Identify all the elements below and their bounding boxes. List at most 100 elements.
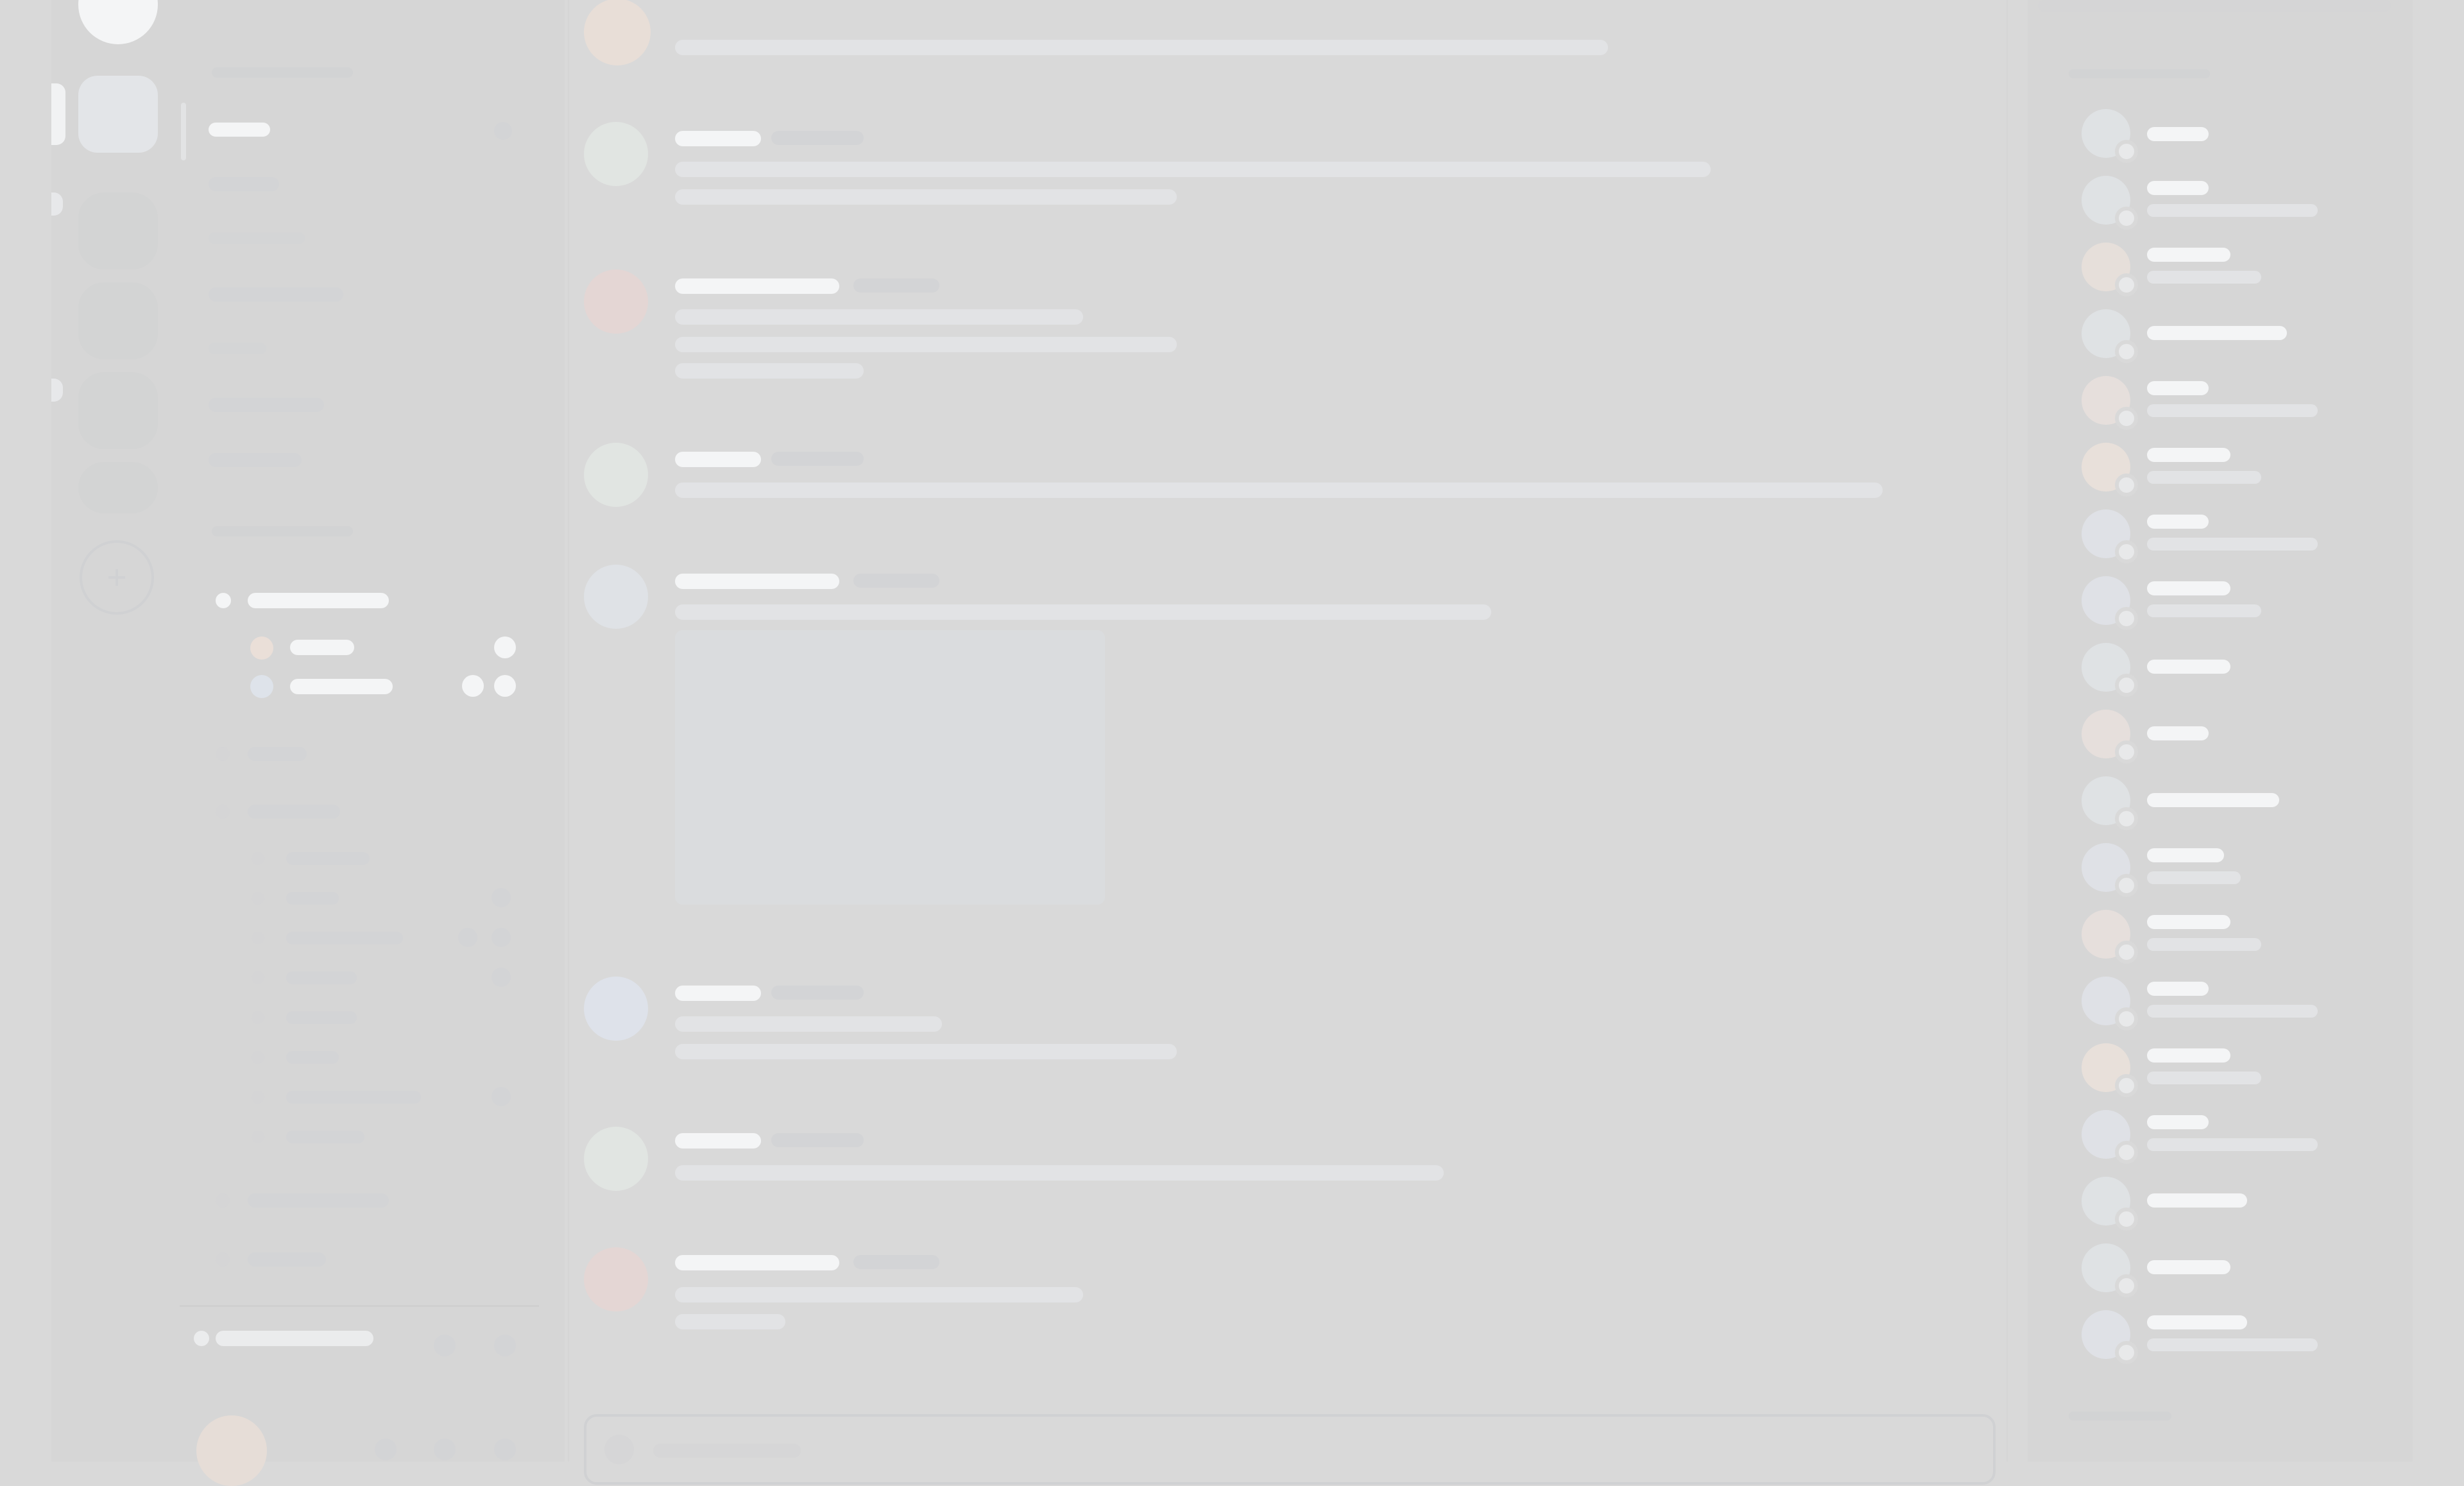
message-avatar[interactable]	[584, 269, 648, 334]
channel-name[interactable]	[248, 747, 307, 761]
member-name[interactable]	[2147, 1260, 2230, 1274]
channel-badge-icon	[492, 888, 511, 907]
status-indicator	[2115, 1341, 2138, 1364]
message-author[interactable]	[675, 131, 761, 146]
message-avatar[interactable]	[584, 977, 648, 1041]
disconnect-icon[interactable]	[494, 1335, 516, 1356]
server-icon[interactable]	[78, 462, 158, 513]
message-timestamp	[771, 452, 864, 466]
member-name[interactable]	[2147, 848, 2224, 862]
channel-name[interactable]	[209, 398, 324, 412]
message-author[interactable]	[675, 278, 839, 294]
active-server-indicator	[51, 83, 65, 145]
channel-name[interactable]	[209, 453, 302, 467]
add-server-button[interactable]	[80, 540, 154, 615]
message-author[interactable]	[675, 1255, 839, 1270]
mic-icon	[462, 675, 484, 697]
channel-name[interactable]	[248, 805, 340, 819]
status-indicator	[2115, 340, 2138, 363]
deafen-icon[interactable]	[434, 1439, 456, 1460]
message-author[interactable]	[675, 452, 761, 467]
message-avatar[interactable]	[584, 1127, 648, 1191]
message-avatar[interactable]	[584, 0, 651, 65]
member-name[interactable]	[2147, 581, 2230, 595]
member-name[interactable]	[2147, 726, 2209, 740]
member-name[interactable]	[2147, 1115, 2209, 1129]
server-name[interactable]	[212, 67, 353, 78]
mute-icon[interactable]	[375, 1439, 397, 1460]
member-activity	[2147, 1072, 2261, 1084]
channel-name[interactable]	[286, 892, 339, 905]
plus-icon-vertical	[116, 569, 118, 586]
message-text-line	[675, 363, 864, 379]
channel-name[interactable]	[209, 232, 305, 244]
user-avatar	[250, 675, 273, 698]
member-name[interactable]	[2147, 915, 2230, 929]
channel-name[interactable]	[209, 177, 279, 191]
user-avatar	[250, 636, 273, 660]
channel-badge-icon	[492, 928, 511, 947]
channel-icon	[252, 892, 264, 905]
scroll-thumb[interactable]	[181, 103, 186, 160]
channel-name[interactable]	[248, 1252, 326, 1267]
member-name[interactable]	[2147, 1315, 2247, 1329]
member-activity	[2147, 871, 2241, 884]
status-indicator	[2115, 941, 2138, 964]
screen-share-icon[interactable]	[434, 1335, 456, 1356]
headphones-icon	[494, 675, 516, 697]
member-name[interactable]	[2147, 127, 2209, 141]
channel-name[interactable]	[209, 343, 266, 354]
channel-icon	[252, 1011, 264, 1024]
channel-name[interactable]	[248, 1193, 389, 1208]
member-name[interactable]	[2147, 982, 2209, 996]
server-icon[interactable]	[78, 76, 158, 153]
server-icon[interactable]	[78, 372, 158, 449]
member-name[interactable]	[2147, 181, 2209, 195]
member-name[interactable]	[2147, 515, 2209, 529]
member-name[interactable]	[2147, 1048, 2230, 1063]
server-icon[interactable]	[78, 282, 158, 359]
message-timestamp	[771, 1133, 864, 1147]
current-user-avatar[interactable]	[196, 1415, 267, 1486]
member-name[interactable]	[2147, 660, 2230, 674]
channel-icon	[252, 971, 264, 984]
channel-name[interactable]	[286, 852, 370, 865]
channel-action-icon[interactable]	[494, 122, 512, 140]
channel-name[interactable]	[209, 287, 343, 302]
channel-icon	[252, 1051, 264, 1064]
channel-icon	[216, 747, 230, 761]
message-avatar[interactable]	[584, 443, 648, 507]
message-avatar[interactable]	[584, 122, 648, 186]
member-name[interactable]	[2147, 793, 2279, 807]
member-name[interactable]	[2147, 326, 2287, 340]
member-activity	[2147, 271, 2261, 284]
member-activity	[2147, 1138, 2318, 1151]
voice-user-name	[290, 640, 354, 655]
member-name[interactable]	[2147, 448, 2230, 462]
message-avatar[interactable]	[584, 565, 648, 629]
member-name[interactable]	[2147, 381, 2209, 395]
member-name[interactable]	[2147, 248, 2230, 262]
server-icon[interactable]	[78, 192, 158, 269]
channel-name[interactable]	[286, 932, 403, 944]
member-name[interactable]	[2147, 1193, 2247, 1208]
message-timestamp	[771, 131, 864, 145]
attach-icon[interactable]	[604, 1435, 634, 1464]
message-author[interactable]	[675, 986, 761, 1001]
channel-name[interactable]	[286, 1011, 357, 1024]
status-indicator	[2115, 874, 2138, 897]
channel-icon	[252, 932, 264, 944]
member-activity	[2147, 1338, 2318, 1351]
channel-name[interactable]	[286, 971, 357, 984]
voice-channel-name[interactable]	[248, 593, 389, 608]
channel-name[interactable]	[286, 1051, 339, 1064]
settings-icon[interactable]	[494, 1439, 516, 1460]
category-header[interactable]	[212, 526, 353, 536]
message-author[interactable]	[675, 574, 839, 589]
image-attachment[interactable]	[675, 630, 1105, 905]
channel-name[interactable]	[286, 1131, 364, 1143]
message-avatar[interactable]	[584, 1247, 648, 1311]
channel-name-active[interactable]	[209, 123, 270, 137]
channel-name[interactable]	[286, 1091, 421, 1104]
message-author[interactable]	[675, 1133, 761, 1149]
